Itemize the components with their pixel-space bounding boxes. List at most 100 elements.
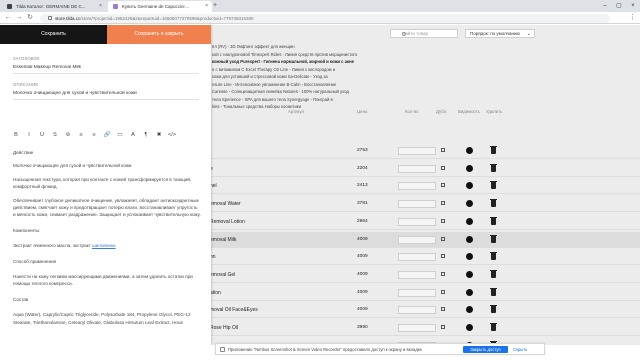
category-line[interactable]: н с витамином С Excel Therapy O2 Line - … [212, 66, 412, 74]
category-line[interactable]: kins - Тональные средства Наборы космети… [212, 103, 412, 111]
table-row[interactable]: emoval Milk 4009 [210, 231, 640, 248]
category-line[interactable]: Caresse - Солнцезащитная линейка Natures… [212, 88, 412, 96]
visibility-toggle-icon[interactable] [466, 253, 473, 261]
browser-tab-1[interactable]: Tilda Каталог: GERMAINE DE C... × [2, 1, 106, 12]
hide-button[interactable]: Скрыть [513, 346, 527, 353]
duplicate-icon[interactable] [441, 325, 445, 329]
italic-icon[interactable]: I [25, 130, 33, 140]
search-input[interactable]: Найти товар [390, 29, 458, 38]
visibility-toggle-icon[interactable] [466, 164, 473, 172]
list-icon[interactable]: ≡ [90, 130, 98, 140]
title-field[interactable]: Essential Makeup Removal Milk [13, 65, 199, 74]
table-row[interactable]: ation 4009 [210, 285, 640, 301]
quantity-field[interactable] [398, 270, 436, 279]
browser-tab-2[interactable]: Купить Germaine de Capuccini ... × [108, 1, 212, 12]
category-line[interactable]: кожный уход Purexpert - Гигиена нормальн… [212, 58, 412, 66]
save-button[interactable]: Сохранить [0, 25, 107, 44]
maximize-icon[interactable]: ▢ [612, 0, 626, 12]
code-icon[interactable]: </> [168, 130, 176, 140]
duplicate-icon[interactable] [441, 201, 445, 206]
table-row[interactable]: moval Oil Face&Eyes 4009 [210, 302, 640, 319]
table-row[interactable]: on 4009 [210, 249, 640, 266]
table-row[interactable]: e 2204 [210, 161, 640, 177]
back-arrow-icon[interactable]: ← [3, 13, 13, 23]
trash-icon[interactable] [490, 216, 497, 225]
category-line[interactable]: nsure Line - Интенсивное увлажнение B-Ca… [212, 81, 412, 89]
category-line[interactable]: кожи для уставшей и стрессовой кожи Sa-D… [212, 73, 412, 81]
table-row[interactable]: Removal Lotion 2964 [210, 214, 640, 230]
visibility-toggle-icon[interactable] [466, 182, 473, 190]
url-field[interactable]: store.tilda.cc/store/?projectid=1952425&… [40, 13, 610, 23]
duplicate-icon[interactable] [441, 236, 445, 241]
quantity-field[interactable] [398, 200, 436, 209]
kebab-menu-icon[interactable]: ⋮ [629, 13, 636, 23]
duplicate-icon[interactable] [441, 218, 445, 223]
duplicate-icon[interactable] [441, 165, 445, 170]
quantity-field[interactable] [398, 288, 436, 297]
text-editor[interactable]: Действие Молочко очищающее для сухой и ч… [13, 149, 201, 332]
stop-sharing-button[interactable]: Закрыть доступ [463, 346, 508, 353]
reload-icon[interactable]: ↻ [25, 13, 35, 23]
strikethrough-icon[interactable]: S [51, 130, 59, 140]
description-field[interactable]: Молочко очищающее для сухой и чувствител… [13, 91, 199, 100]
quantity-field[interactable] [398, 306, 436, 315]
quantity-field[interactable] [398, 253, 436, 262]
close-icon[interactable]: × [99, 1, 102, 12]
duplicate-icon[interactable] [441, 307, 445, 312]
visibility-toggle-icon[interactable] [466, 324, 473, 331]
quantity-field[interactable] [398, 164, 436, 173]
paragraph-icon[interactable]: ¶ [142, 130, 150, 140]
visibility-toggle-icon[interactable] [466, 288, 473, 296]
trash-icon[interactable] [490, 181, 497, 190]
duplicate-icon[interactable] [441, 183, 445, 188]
visibility-toggle-icon[interactable] [466, 147, 473, 154]
table-row[interactable]: 2753 [210, 143, 640, 159]
visibility-toggle-icon[interactable] [466, 306, 473, 314]
table-row[interactable]: Rose Hip Oil 3990 [210, 320, 640, 336]
visibility-toggle-icon[interactable] [466, 200, 473, 208]
table-row[interactable]: emoval Water 3781 [210, 196, 640, 213]
category-line[interactable]: тела Sperience - SPA для вашего тела Syn… [212, 96, 412, 104]
minimize-icon[interactable]: – [598, 0, 612, 12]
quantity-field[interactable] [398, 324, 436, 332]
duplicate-icon[interactable] [441, 148, 445, 152]
trash-icon[interactable] [490, 146, 497, 154]
table-row[interactable]: nel 2413 [210, 178, 640, 195]
clear-format-icon[interactable]: ⊘ [64, 130, 72, 140]
trash-icon[interactable] [490, 199, 497, 208]
category-line[interactable]: кой с гиалуроновой Timexpert Rides - Лин… [212, 51, 412, 59]
close-window-icon[interactable]: × [626, 0, 640, 12]
duplicate-icon[interactable] [441, 289, 445, 294]
trash-icon[interactable] [490, 323, 497, 331]
quantity-field[interactable] [398, 147, 436, 155]
visibility-toggle-icon[interactable] [466, 217, 473, 225]
bold-icon[interactable]: B [12, 130, 20, 140]
duplicate-icon[interactable] [441, 271, 445, 276]
new-tab-button[interactable]: + [213, 0, 217, 12]
trash-icon[interactable] [490, 234, 497, 243]
trash-icon[interactable] [490, 163, 497, 172]
trash-icon[interactable] [490, 287, 497, 296]
visibility-toggle-icon[interactable] [466, 270, 473, 278]
table-row[interactable]: emoval Gel 4009 [210, 267, 640, 283]
category-line[interactable]: ёл (RV) · 3D Лифтинг эффект для женщин [212, 43, 412, 51]
quantity-field[interactable] [398, 217, 436, 226]
align-icon[interactable]: ≡ [77, 130, 85, 140]
quantity-field[interactable] [398, 235, 436, 244]
sort-select[interactable]: Порядок: по умолчанию ⌄ [465, 29, 535, 38]
forward-arrow-icon[interactable]: → [14, 13, 24, 23]
underline-icon[interactable]: U [38, 130, 46, 140]
link-icon[interactable]: 🔗 [103, 130, 111, 140]
save-and-close-button[interactable]: Сохранить и закрыть [107, 25, 211, 44]
visibility-toggle-icon[interactable] [466, 235, 473, 243]
quantity-field[interactable] [398, 182, 436, 191]
duplicate-icon[interactable] [441, 254, 445, 259]
editor-link[interactable]: шиповника [92, 243, 116, 248]
text-color-icon[interactable]: A [129, 130, 137, 140]
close-icon[interactable]: × [205, 1, 208, 12]
trash-icon[interactable] [490, 305, 497, 314]
trash-icon[interactable] [490, 269, 497, 278]
image-icon[interactable]: ▭ [116, 130, 124, 140]
trash-icon[interactable] [490, 252, 497, 261]
remove-icon[interactable]: ✖ [155, 130, 163, 140]
